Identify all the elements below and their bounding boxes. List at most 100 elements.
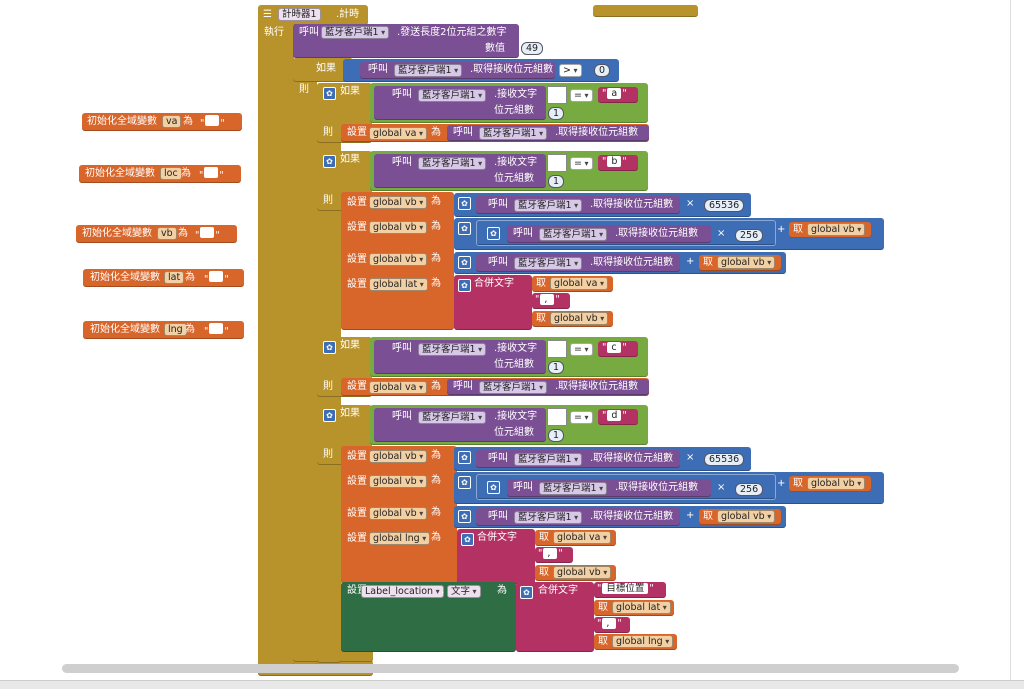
bytes-available-call[interactable]: 呼叫 藍牙客戶端1 .取得接收位元組數 xyxy=(447,379,649,395)
bluetooth-client-field[interactable]: 藍牙客戶端1 xyxy=(514,511,583,524)
bytes-available-call[interactable]: 呼叫 藍牙客戶端1 .取得接收位元組數 xyxy=(476,196,680,214)
global-var-lat-block[interactable]: 初始化全域變數 lat 為 " " xyxy=(83,269,244,287)
empty-string[interactable]: " " xyxy=(200,115,225,129)
plus-block-d[interactable]: ✿ ✿ 呼叫 藍牙客戶端1 .取得接收位元組數 × 256 + 取 global… xyxy=(454,472,884,504)
mutator-gear-icon[interactable]: ✿ xyxy=(458,476,471,489)
global-var-va-block[interactable]: 初始化全域變數 va 為 " " xyxy=(82,113,242,131)
number-value[interactable]: 256 xyxy=(735,483,764,496)
empty-string[interactable]: " " xyxy=(195,227,220,241)
mutator-gear-icon[interactable]: ✿ xyxy=(458,197,471,210)
var-name-field[interactable]: lng xyxy=(164,323,187,336)
operator-dropdown[interactable]: > xyxy=(559,64,582,77)
text-target[interactable]: " 目標位置 " xyxy=(594,582,666,598)
operator-dropdown[interactable]: = xyxy=(570,89,593,102)
text-a[interactable]: " a " xyxy=(602,88,627,101)
text-a-block[interactable]: " a " xyxy=(598,87,638,103)
var-name-field[interactable]: vb xyxy=(157,227,177,240)
text-comma[interactable]: ", " xyxy=(535,547,573,563)
empty-string[interactable]: " " xyxy=(199,167,224,181)
var-field[interactable]: global vb xyxy=(717,510,776,523)
number-value[interactable]: 1 xyxy=(548,107,565,120)
get-vb[interactable]: 取 global vb xyxy=(532,311,613,327)
multiply-256-b[interactable]: ✿ 呼叫 藍牙客戶端1 .取得接收位元組數 × 256 xyxy=(476,220,776,246)
operator-dropdown[interactable]: = xyxy=(570,343,593,356)
compare-gt-block[interactable]: 呼叫 藍牙客戶端1 .取得接收位元組數 > 0 xyxy=(343,59,619,82)
bluetooth-client-field[interactable]: 藍牙客戶端1 xyxy=(418,343,487,356)
mutator-gear-icon[interactable]: ✿ xyxy=(323,87,336,100)
var-field[interactable]: global vb xyxy=(553,566,612,579)
bytes-available-call[interactable]: 呼叫 藍牙客戶端1 .取得接收位元組數 xyxy=(476,254,680,272)
get-va[interactable]: 取 global va xyxy=(535,530,616,546)
empty-string[interactable]: " " xyxy=(204,271,229,285)
partial-block-top[interactable] xyxy=(593,5,698,17)
number-value[interactable]: 65536 xyxy=(704,199,745,212)
bytes-available-call[interactable]: 呼叫 藍牙客戶端1 .取得接收位元組數 xyxy=(360,62,555,79)
join-lat-block[interactable]: ✿ 合併文字 xyxy=(454,275,532,330)
text-comma[interactable]: ", " xyxy=(532,293,570,309)
multiply-65536-d[interactable]: ✿ 呼叫 藍牙客戶端1 .取得接收位元組數 × 65536 xyxy=(454,447,751,471)
bluetooth-client-field[interactable]: 藍牙客戶端1 xyxy=(394,64,463,77)
receive-text-call[interactable]: 呼叫 藍牙客戶端1 .接收文字 位元組數 xyxy=(374,154,546,188)
mutator-gear-icon[interactable]: ✿ xyxy=(323,341,336,354)
receive-text-call[interactable]: 呼叫 藍牙客戶端1 .接收文字 位元組數 xyxy=(374,340,546,374)
mutator-gear-icon[interactable]: ✿ xyxy=(323,409,336,422)
receive-text-call[interactable]: 呼叫 藍牙客戶端1 .接收文字 位元組數 xyxy=(374,408,546,442)
bytes-available-call[interactable]: 呼叫 藍牙客戶端1 .取得接收位元組數 xyxy=(476,508,680,526)
blocks-workspace[interactable]: 初始化全域變數 va 為 " " 初始化全域變數 loc 為 " " 初始化全域變數… xyxy=(0,0,1024,689)
text-d-block[interactable]: " d " xyxy=(598,409,638,425)
bluetooth-client-field[interactable]: 藍牙客戶端1 xyxy=(514,257,583,270)
get-lng[interactable]: 取 global lng xyxy=(594,634,677,650)
property-field[interactable]: 文字 xyxy=(447,585,481,598)
set-label-location-text[interactable]: 設置 Label_location . 文字 為 xyxy=(341,582,516,652)
get-vb[interactable]: 取 global vb xyxy=(699,509,781,525)
plus-block-b[interactable]: ✿ ✿ 呼叫 藍牙客戶端1 .取得接收位元組數 × 256 + 取 global… xyxy=(454,218,884,250)
mutator-gear-icon[interactable]: ✿ xyxy=(487,481,500,494)
global-var-lng-block[interactable]: 初始化全域變數 lng 為 " " xyxy=(83,321,244,339)
var-field[interactable]: global vb xyxy=(369,253,428,266)
var-field[interactable]: global vb xyxy=(717,256,776,269)
get-vb[interactable]: 取 global vb xyxy=(789,222,871,238)
text-c[interactable]: " c " xyxy=(602,342,627,355)
when-timer-block[interactable]: ☰ 計時器1 .計時 xyxy=(258,5,368,25)
set-va-block-1[interactable]: 設置 global va 為 呼叫 藍牙客戶端1 .取得接收位元組數 xyxy=(341,124,649,142)
compare-eq-a[interactable]: 呼叫 藍牙客戶端1 .接收文字 位元組數 1 = "a" xyxy=(370,83,648,123)
var-field[interactable]: global lat xyxy=(369,278,428,291)
var-field[interactable]: global vb xyxy=(369,450,428,463)
compare-eq-d[interactable]: 呼叫 藍牙客戶端1 .接收文字 位元組數 1 = "d" xyxy=(370,405,648,445)
number-value[interactable]: 49 xyxy=(521,42,544,55)
bluetooth-client-field[interactable]: 藍牙客戶端1 xyxy=(539,228,608,241)
var-field[interactable]: global lng xyxy=(369,532,431,545)
mutator-gear-icon[interactable]: ✿ xyxy=(487,227,500,240)
plus-vb-d[interactable]: ✿ 呼叫 藍牙客戶端1 .取得接收位元組數 + 取 global vb xyxy=(454,506,786,528)
call-send-number-block[interactable]: 呼叫 藍牙客戶端1 .發送長度2位元組之數字 數值 49 xyxy=(293,24,544,58)
var-field[interactable]: global vb xyxy=(369,507,428,520)
var-field[interactable]: global vb xyxy=(550,312,609,325)
bluetooth-client-field[interactable]: 藍牙客戶端1 xyxy=(418,411,487,424)
component-field[interactable]: Label_location xyxy=(361,585,444,598)
timer-component-field[interactable]: 計時器1 xyxy=(278,8,321,21)
set-va-block-2[interactable]: 設置 global va 為 呼叫 藍牙客戶端1 .取得接收位元組數 xyxy=(341,378,649,396)
horizontal-scrollbar[interactable] xyxy=(62,664,959,673)
var-field[interactable]: global va xyxy=(369,381,427,394)
bluetooth-client-field[interactable]: 藍牙客戶端1 xyxy=(418,157,487,170)
plus-vb-b[interactable]: ✿ 呼叫 藍牙客戶端1 .取得接收位元組數 + 取 global vb xyxy=(454,252,786,274)
number-value[interactable]: 65536 xyxy=(704,453,745,466)
join-location-block[interactable]: ✿ 合併文字 xyxy=(516,582,594,652)
text-c-block[interactable]: " c " xyxy=(598,341,638,357)
bluetooth-client-field[interactable]: 藍牙客戶端1 xyxy=(514,453,583,466)
var-field[interactable]: global vb xyxy=(369,221,428,234)
var-field[interactable]: global vb xyxy=(369,196,428,209)
var-field[interactable]: global va xyxy=(550,277,608,290)
var-name-field[interactable]: va xyxy=(162,115,182,128)
get-vb[interactable]: 取 global vb xyxy=(789,476,871,492)
mutator-gear-icon[interactable]: ✿ xyxy=(458,279,471,292)
text-b[interactable]: " b " xyxy=(602,156,627,169)
text-b-block[interactable]: " b " xyxy=(598,155,638,171)
multiply-65536-b[interactable]: ✿ 呼叫 藍牙客戶端1 .取得接收位元組數 × 65536 xyxy=(454,193,751,217)
bytes-available-call[interactable]: 呼叫 藍牙客戶端1 .取得接收位元組數 xyxy=(447,125,649,141)
var-field[interactable]: global va xyxy=(553,531,611,544)
get-lat[interactable]: 取 global lat xyxy=(594,600,674,616)
var-field[interactable]: global vb xyxy=(807,477,866,490)
get-vb[interactable]: 取 global vb xyxy=(535,565,616,581)
bluetooth-client-field[interactable]: 藍牙客戶端1 xyxy=(418,89,487,102)
